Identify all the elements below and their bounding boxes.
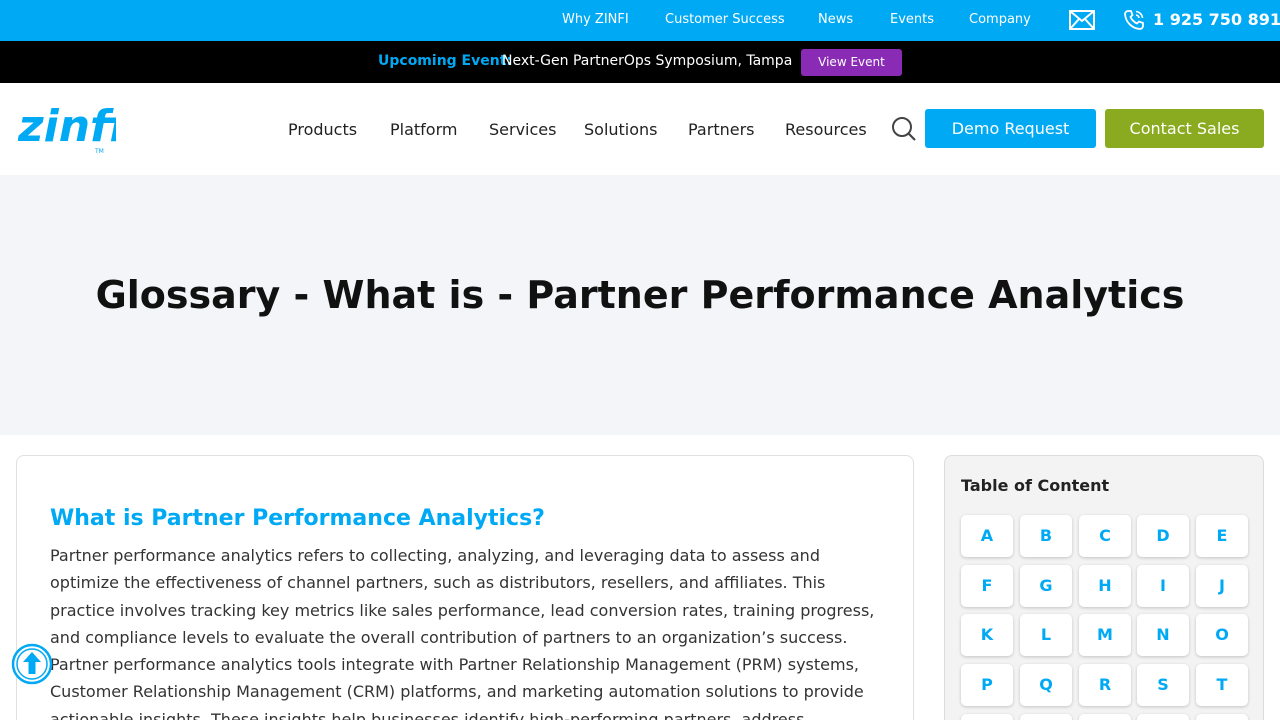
table-of-content: Table of Content A B C D E F G H I J K L… [944,455,1264,720]
event-text: Next-Gen PartnerOps Symposium, Tampa [502,53,793,69]
toc-letter-a[interactable]: A [961,515,1013,557]
zinfi-logo[interactable]: zinfi TM [18,97,116,157]
article-card: What is Partner Performance Analytics? P… [16,455,914,720]
topbar-link-events[interactable]: Events [890,12,934,27]
hero-section: Glossary - What is - Partner Performance… [0,175,1280,435]
toc-letter-c[interactable]: C [1079,515,1131,557]
toc-letter-n[interactable]: N [1137,614,1189,656]
top-utility-bar: Why ZINFI Customer Success News Events C… [0,0,1280,41]
toc-letter-o[interactable]: O [1196,614,1248,656]
main-header: zinfi TM Products Platform Services Solu… [0,83,1280,175]
toc-letter-d[interactable]: D [1137,515,1189,557]
search-icon[interactable] [891,116,917,142]
topbar-link-why-zinfi[interactable]: Why ZINFI [562,12,629,27]
toc-letter-g[interactable]: G [1020,565,1072,607]
nav-products[interactable]: Products [288,120,357,139]
toc-letter-q[interactable]: Q [1020,664,1072,706]
toc-letter-j[interactable]: J [1196,565,1248,607]
view-event-button[interactable]: View Event [801,49,902,76]
topbar-link-news[interactable]: News [818,12,853,27]
logo-text: zinfi [18,101,116,152]
toc-letter-t[interactable]: T [1196,664,1248,706]
article-heading: What is Partner Performance Analytics? [50,506,545,531]
demo-request-button[interactable]: Demo Request [925,109,1096,148]
topbar-link-company[interactable]: Company [969,12,1031,27]
phone-icon[interactable] [1123,9,1145,31]
phone-number[interactable]: 1 925 750 8915 [1153,10,1280,29]
toc-letter-next-row[interactable] [961,714,1013,720]
toc-letter-i[interactable]: I [1137,565,1189,607]
nav-platform[interactable]: Platform [390,120,457,139]
toc-letter-p[interactable]: P [961,664,1013,706]
toc-letter-h[interactable]: H [1079,565,1131,607]
page-title: Glossary - What is - Partner Performance… [95,273,1185,317]
toc-letter-next-row[interactable] [1079,714,1131,720]
nav-partners[interactable]: Partners [688,120,754,139]
toc-title: Table of Content [961,476,1110,495]
nav-services[interactable]: Services [489,120,556,139]
toc-letter-l[interactable]: L [1020,614,1072,656]
toc-letter-e[interactable]: E [1196,515,1248,557]
topbar-link-customer-success[interactable]: Customer Success [665,12,785,27]
event-banner: Upcoming Event: Next-Gen PartnerOps Symp… [0,41,1280,83]
arrow-up-circle-icon[interactable] [11,643,53,685]
toc-letter-f[interactable]: F [961,565,1013,607]
toc-letter-m[interactable]: M [1079,614,1131,656]
nav-resources[interactable]: Resources [785,120,867,139]
toc-letter-next-row[interactable] [1137,714,1189,720]
event-label: Upcoming Event: [378,53,512,69]
toc-letter-k[interactable]: K [961,614,1013,656]
toc-letter-b[interactable]: B [1020,515,1072,557]
article-paragraph-1: Partner performance analytics refers to … [50,546,875,647]
toc-letter-next-row[interactable] [1020,714,1072,720]
toc-letter-s[interactable]: S [1137,664,1189,706]
article-paragraph-2: Partner performance analytics tools inte… [50,655,864,720]
envelope-icon[interactable] [1069,10,1095,30]
logo-trademark: TM [94,148,104,155]
toc-letter-r[interactable]: R [1079,664,1131,706]
contact-sales-button[interactable]: Contact Sales [1105,109,1264,148]
toc-letter-next-row[interactable] [1196,714,1248,720]
nav-solutions[interactable]: Solutions [584,120,658,139]
